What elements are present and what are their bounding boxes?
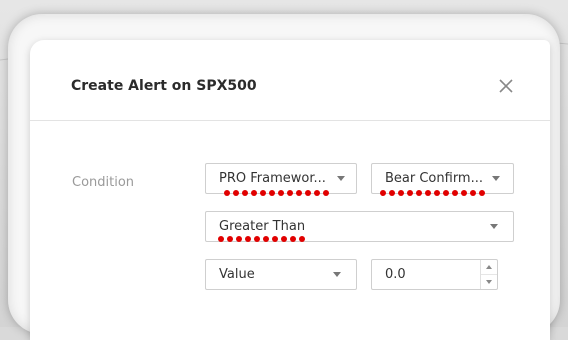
stepper-down-button[interactable]	[481, 275, 497, 289]
header-divider	[30, 120, 550, 121]
value-input[interactable]: 0.0	[371, 259, 498, 290]
chevron-down-icon	[490, 224, 498, 229]
caret-up-icon	[486, 265, 492, 269]
indicator-select-value: PRO Framewor...	[219, 171, 326, 186]
value-type-select[interactable]: Value	[205, 259, 357, 290]
caret-down-icon	[486, 280, 492, 284]
dialog-title: Create Alert on SPX500	[71, 78, 257, 94]
chevron-down-icon	[333, 272, 341, 277]
close-icon	[499, 79, 513, 93]
value-input-text: 0.0	[385, 267, 406, 282]
close-button[interactable]	[494, 74, 518, 98]
redaction-marks	[218, 235, 305, 243]
chevron-down-icon	[337, 176, 345, 181]
create-alert-dialog: Create Alert on SPX500 Condition PRO Fra…	[30, 40, 550, 340]
plot-select-value: Bear Confirm...	[385, 171, 483, 186]
value-type-select-value: Value	[219, 267, 255, 282]
redaction-marks	[224, 189, 329, 197]
operator-select-value: Greater Than	[219, 219, 306, 234]
stepper-up-button[interactable]	[481, 260, 497, 275]
redaction-marks	[380, 189, 485, 197]
condition-label: Condition	[72, 175, 135, 190]
chevron-down-icon	[492, 176, 500, 181]
number-stepper[interactable]	[480, 260, 497, 289]
